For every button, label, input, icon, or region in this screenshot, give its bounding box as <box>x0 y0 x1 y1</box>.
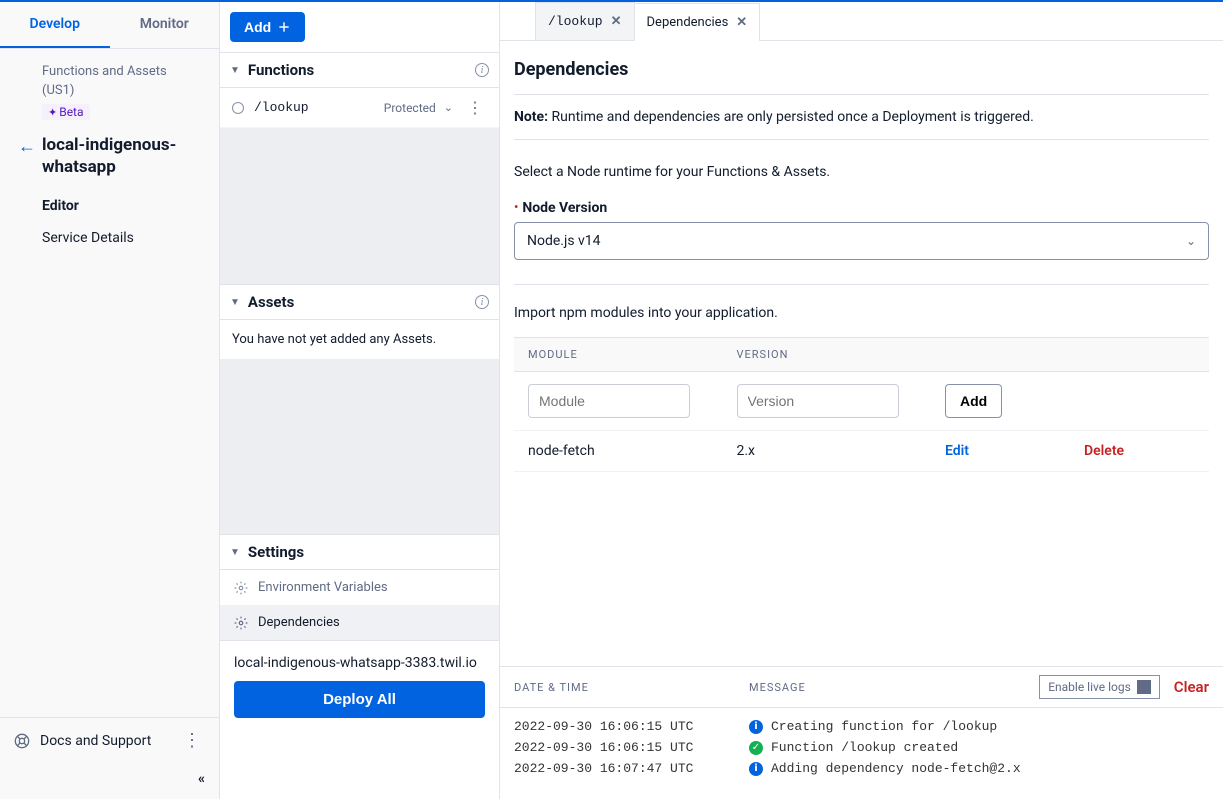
editor-tab-dependencies[interactable]: Dependencies ✕ <box>634 3 761 41</box>
sidebar: Develop Monitor Functions and Assets (US… <box>0 2 220 799</box>
caret-down-icon: ▼ <box>230 297 240 308</box>
edit-module-link[interactable]: Edit <box>945 443 969 459</box>
node-version-select[interactable]: Node.js v14 ⌄ <box>514 222 1209 260</box>
module-input[interactable] <box>528 384 690 418</box>
docs-and-support[interactable]: Docs and Support <box>40 733 151 749</box>
log-row: 2022-09-30 16:06:15 UTCiCreating functio… <box>514 716 1209 737</box>
add-button[interactable]: Add <box>230 12 305 42</box>
version-header: VERSION <box>723 338 932 372</box>
log-message: iCreating function for /lookup <box>749 719 997 734</box>
logs-panel: DATE & TIME MESSAGE Enable live logs Cle… <box>500 666 1223 799</box>
clear-logs-button[interactable]: Clear <box>1174 678 1209 696</box>
module-header: MODULE <box>514 338 723 372</box>
close-icon[interactable]: ✕ <box>736 15 747 30</box>
service-url: local-indigenous-whatsapp-3383.twil.io <box>234 655 485 671</box>
assets-title: Assets <box>248 293 467 311</box>
tab-label: /lookup <box>548 14 603 29</box>
functions-section-header[interactable]: ▼ Functions i <box>220 52 499 88</box>
log-row: 2022-09-30 16:06:15 UTC✓Function /lookup… <box>514 737 1209 758</box>
editor-tab-lookup[interactable]: /lookup ✕ <box>535 2 635 40</box>
tab-label: Dependencies <box>647 15 729 30</box>
chevron-down-icon: ⌄ <box>1186 234 1196 248</box>
assets-empty-text: You have not yet added any Assets. <box>220 320 499 359</box>
toggle-icon <box>1137 680 1151 694</box>
caret-down-icon: ▼ <box>230 65 240 76</box>
note-row: Note: Runtime and dependencies are only … <box>514 94 1209 140</box>
node-version-value: Node.js v14 <box>527 233 601 249</box>
info-icon: i <box>749 762 763 776</box>
close-icon[interactable]: ✕ <box>611 14 622 29</box>
required-star-icon: • <box>514 200 518 216</box>
collapse-sidebar-icon[interactable]: « <box>198 771 205 787</box>
caret-down-icon: ▼ <box>230 547 240 558</box>
sparkle-icon: ✦ <box>48 106 57 119</box>
log-timestamp: 2022-09-30 16:06:15 UTC <box>514 740 749 755</box>
log-message: iAdding dependency node-fetch@2.x <box>749 761 1021 776</box>
plus-icon <box>277 20 291 34</box>
log-timestamp: 2022-09-30 16:06:15 UTC <box>514 719 749 734</box>
npm-prompt: Import npm modules into your application… <box>514 305 1209 321</box>
info-icon: i <box>749 720 763 734</box>
more-menu-icon[interactable]: ⋮ <box>179 730 205 751</box>
info-icon[interactable]: i <box>475 63 489 77</box>
runtime-prompt: Select a Node runtime for your Functions… <box>514 164 1209 180</box>
function-path: /lookup <box>254 100 384 115</box>
log-row: 2022-09-30 16:07:47 UTCiAdding dependenc… <box>514 758 1209 779</box>
tab-monitor[interactable]: Monitor <box>110 2 220 48</box>
add-module-button[interactable]: Add <box>945 384 1002 418</box>
help-icon <box>14 733 30 749</box>
deploy-all-button[interactable]: Deploy All <box>234 681 485 718</box>
module-name: node-fetch <box>514 431 723 472</box>
node-version-label: Node Version <box>522 200 607 216</box>
breadcrumb-region: (US1) <box>18 83 201 98</box>
service-name: local-indigenous-whatsapp <box>42 134 201 178</box>
version-input[interactable] <box>737 384 899 418</box>
settings-item-dependencies[interactable]: Dependencies <box>220 605 499 640</box>
enable-live-logs-button[interactable]: Enable live logs <box>1039 675 1160 699</box>
sidebar-item-service-details[interactable]: Service Details <box>42 222 201 254</box>
log-message: ✓Function /lookup created <box>749 740 958 755</box>
dependencies-title: Dependencies <box>514 59 1209 80</box>
function-more-icon[interactable]: ⋮ <box>463 98 487 117</box>
functions-title: Functions <box>248 61 467 79</box>
main-panel: /lookup ✕ Dependencies ✕ Dependencies No… <box>500 2 1223 799</box>
env-vars-label: Environment Variables <box>258 580 388 595</box>
module-row: node-fetch 2.x Edit Delete <box>514 431 1209 472</box>
settings-title: Settings <box>248 543 489 561</box>
back-arrow-icon[interactable]: ← <box>18 136 34 157</box>
breadcrumb-title: Functions and Assets <box>18 64 201 79</box>
delete-module-link[interactable]: Delete <box>1084 443 1124 459</box>
gear-icon <box>234 581 248 595</box>
gear-icon <box>234 616 248 630</box>
beta-badge: ✦Beta <box>42 104 90 120</box>
explorer-panel: Add ▼ Functions i /lookup Protected ⌄ ⋮ <box>220 2 500 799</box>
function-item[interactable]: /lookup Protected ⌄ ⋮ <box>220 88 499 128</box>
chevron-down-icon[interactable]: ⌄ <box>444 101 453 114</box>
check-icon: ✓ <box>749 741 763 755</box>
radio-icon <box>232 102 244 114</box>
function-visibility: Protected <box>384 101 436 115</box>
module-input-row: Add <box>514 372 1209 431</box>
module-version: 2.x <box>723 431 932 472</box>
settings-section-header[interactable]: ▼ Settings <box>220 534 499 570</box>
settings-item-env-vars[interactable]: Environment Variables <box>220 570 499 605</box>
logs-date-header: DATE & TIME <box>514 681 749 694</box>
dependencies-label: Dependencies <box>258 615 340 630</box>
assets-section-header[interactable]: ▼ Assets i <box>220 284 499 320</box>
log-timestamp: 2022-09-30 16:07:47 UTC <box>514 761 749 776</box>
tab-develop[interactable]: Develop <box>0 2 110 48</box>
logs-message-header: MESSAGE <box>749 681 1039 694</box>
sidebar-item-editor[interactable]: Editor <box>42 190 201 222</box>
info-icon[interactable]: i <box>475 295 489 309</box>
